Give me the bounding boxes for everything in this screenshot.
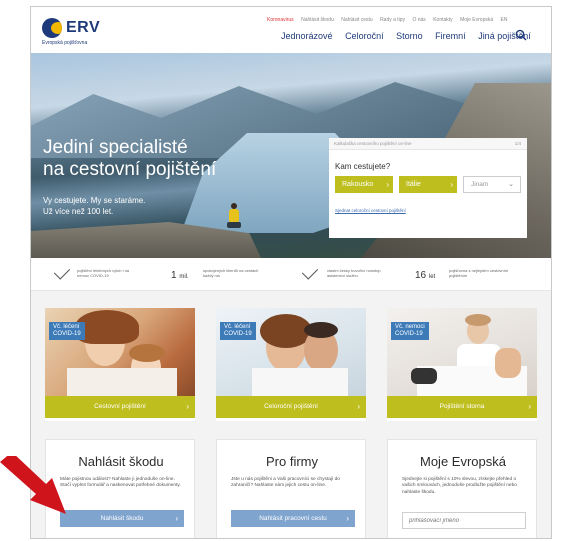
top-link-tips[interactable]: Rady a tipy — [380, 17, 405, 23]
stat-clients-text: spokojených klientů na cestách každý rok — [203, 268, 259, 278]
hero-title: Jediní specialisté na cestovní pojištění — [43, 137, 217, 180]
card-travel-insurance[interactable]: Vč. léčení COVID-19 Cestovní pojištění › — [45, 308, 195, 421]
logo-text: ERV — [66, 19, 101, 36]
top-link-contacts[interactable]: Kontakty — [433, 17, 452, 23]
top-link-language[interactable]: EN — [501, 17, 508, 23]
travel-calculator: Kalkulačka cestovního pojištění on-line … — [329, 138, 527, 238]
panel-my-account: Moje Evropská Sjednejte si pojištění s 1… — [387, 439, 537, 538]
panel-text: Máte pojistnou událost? Nahlaste ji jedn… — [60, 477, 181, 489]
nav-item-business[interactable]: Firemní — [435, 31, 466, 41]
panel-business: Pro firmy Jste u nás pojištěni a Vaši pr… — [216, 439, 366, 538]
logo-tagline: Evropská pojišťovna — [42, 40, 88, 46]
annotation-arrow-icon — [0, 456, 66, 514]
nav-item-single[interactable]: Jednorázové — [281, 31, 333, 41]
card-storno-insurance[interactable]: Vč. nemoci COVID-19 Pojištění storna › — [387, 308, 537, 421]
panel-text: Jste u nás pojištěni a Vaši pracovníci s… — [231, 477, 340, 489]
search-icon[interactable] — [515, 29, 527, 41]
erv-logo[interactable]: ERV Evropská pojišťovna — [42, 16, 132, 46]
destination-italy-button[interactable]: Itálie › — [399, 176, 457, 193]
check-icon — [53, 263, 71, 280]
logo-icon — [42, 18, 62, 38]
card-label[interactable]: Cestovní pojištění › — [45, 396, 195, 418]
site-header: ERV Evropská pojišťovna Koronavirus Nahl… — [31, 7, 551, 53]
check-icon — [301, 263, 319, 280]
main-nav: Jednorázové Celoroční Storno Firemní Jin… — [281, 31, 541, 41]
destination-select[interactable]: Jinam ⌄ — [463, 176, 521, 193]
top-link-koronavirus[interactable]: Koronavirus — [267, 17, 294, 23]
calculator-step: 1/4 — [514, 141, 521, 146]
panel-title: Moje Evropská — [420, 454, 506, 469]
destination-austria-button[interactable]: Rakousko › — [335, 176, 393, 193]
browser-page: ERV Evropská pojišťovna Koronavirus Nahl… — [30, 6, 552, 539]
card-label[interactable]: Pojištění storna › — [387, 396, 537, 418]
stat-assistance-text: vlastní česky hovořící nonstop asistenčn… — [327, 268, 381, 278]
panel-title: Pro firmy — [266, 454, 318, 469]
stat-years-value: 16 let — [415, 270, 436, 281]
annual-insurance-link[interactable]: Sjednat celoroční cestovní pojištění — [335, 208, 406, 213]
nav-item-annual[interactable]: Celoroční — [345, 31, 384, 41]
card-annual-insurance[interactable]: Vč. léčení COVID-19 Celoroční pojištění › — [216, 308, 366, 421]
top-links: Koronavirus Nahlásit škodu Nahlásit cest… — [261, 17, 507, 23]
covid-tag: Vč. léčení COVID-19 — [220, 322, 256, 340]
covid-tag: Vč. léčení COVID-19 — [49, 322, 85, 340]
top-link-claim[interactable]: Nahlásit škodu — [301, 17, 334, 23]
stats-strip: pojištění léčebných výloh i na nemoc COV… — [31, 258, 551, 291]
calculator-header: Kalkulačka cestovního pojištění on-line … — [329, 138, 527, 150]
top-link-trip[interactable]: Nahlásit cestu — [341, 17, 372, 23]
login-username-input[interactable] — [402, 512, 526, 529]
top-link-about[interactable]: O nás — [412, 17, 425, 23]
stat-covid-text: pojištění léčebných výloh i na nemoc COV… — [77, 268, 130, 278]
covid-tag: Vč. nemoci COVID-19 — [391, 322, 429, 340]
card-label[interactable]: Celoroční pojištění › — [216, 396, 366, 418]
chevron-down-icon: ⌄ — [508, 181, 514, 188]
hero-person — [227, 203, 241, 229]
report-business-trip-button[interactable]: Nahlásit pracovní cestu › — [231, 510, 355, 527]
destination-question: Kam cestujete? — [335, 162, 391, 171]
stat-clients-value: 1 mil. — [171, 270, 189, 281]
stat-years-text: pojišťovna s nejlepším cestovním pojiště… — [449, 268, 509, 278]
top-link-account[interactable]: Moje Evropská — [460, 17, 493, 23]
report-claim-button[interactable]: Nahlásit škodu › — [60, 510, 184, 527]
panel-text: Sjednejte si pojištění s 10% slevou, zís… — [402, 477, 517, 495]
nav-item-storno[interactable]: Storno — [396, 31, 423, 41]
hero-banner: Jediní specialisté na cestovní pojištění… — [31, 53, 551, 258]
hero-subtitle: Vy cestujete. My se staráme. Už více než… — [43, 196, 146, 216]
